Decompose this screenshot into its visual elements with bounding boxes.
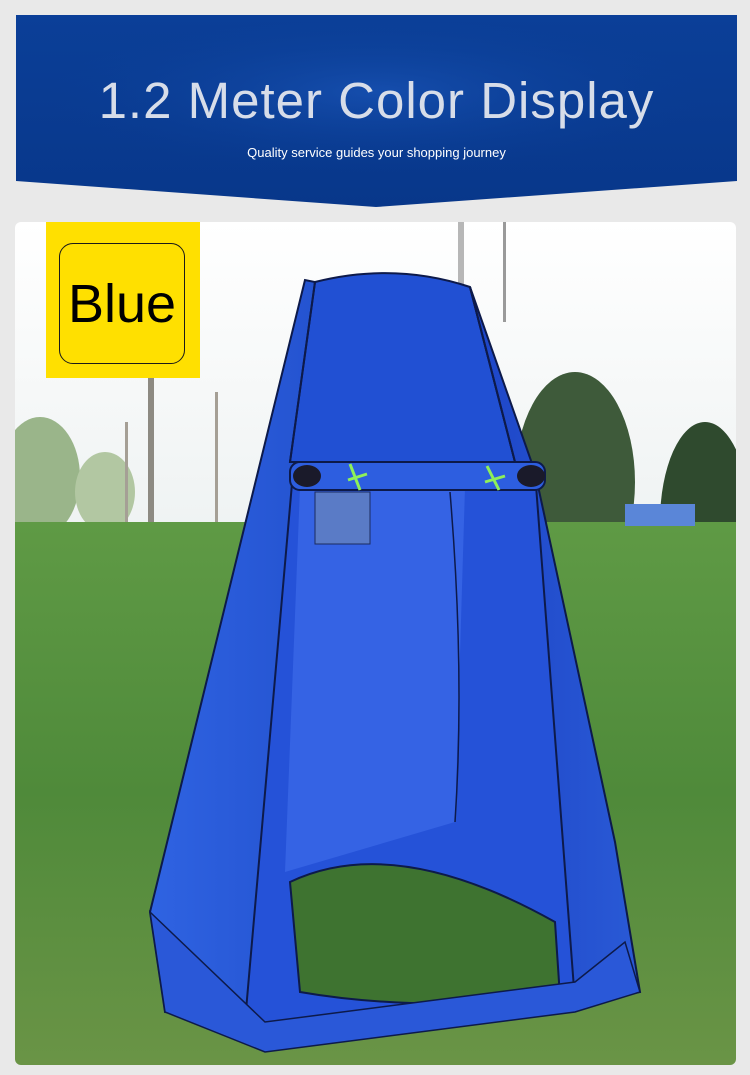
- color-label: Blue: [59, 243, 185, 364]
- page-subtitle: Quality service guides your shopping jou…: [247, 145, 506, 160]
- page-title: 1.2 Meter Color Display: [98, 72, 655, 129]
- color-tag: Blue: [46, 222, 200, 378]
- header-banner: 1.2 Meter Color Display Quality service …: [16, 15, 737, 207]
